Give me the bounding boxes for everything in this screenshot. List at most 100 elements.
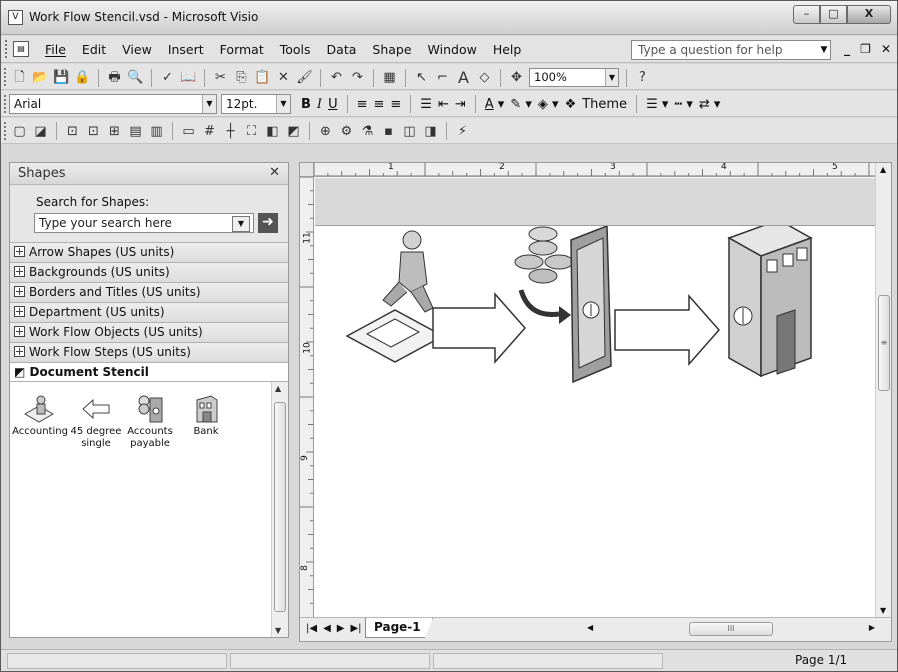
- stencil-scrollbar[interactable]: ▲ ▼: [271, 382, 288, 637]
- drawing-tools-icon[interactable]: ◇: [476, 69, 493, 86]
- theme-button[interactable]: Theme: [582, 97, 627, 112]
- redo-icon[interactable]: ↷: [349, 69, 366, 86]
- doc-minimize-icon[interactable]: _: [844, 42, 850, 56]
- doc-restore-icon[interactable]: ❐: [860, 42, 871, 56]
- process-arrow[interactable]: [614, 294, 721, 366]
- process-arrow[interactable]: [432, 292, 527, 364]
- first-page-icon[interactable]: |◀: [306, 623, 317, 634]
- chevron-down-icon[interactable]: ▼: [232, 216, 250, 232]
- task-pane-icon[interactable]: ◫: [401, 123, 418, 140]
- accounts-payable-shape[interactable]: [514, 226, 612, 384]
- increase-indent-icon[interactable]: ⇥: [455, 97, 466, 112]
- align-center-icon[interactable]: ≡: [373, 97, 384, 112]
- drawing-explorer-icon[interactable]: ▪: [380, 123, 397, 140]
- canvas-vertical-scrollbar[interactable]: ▲ ≡ ▼: [875, 163, 891, 617]
- align-right-icon[interactable]: ≡: [390, 97, 401, 112]
- scroll-thumb[interactable]: [274, 402, 286, 612]
- scroll-down-icon[interactable]: ▼: [880, 606, 886, 615]
- tab-page-1[interactable]: Page-1: [365, 618, 433, 638]
- close-icon[interactable]: ✕: [269, 165, 280, 180]
- new-icon[interactable]: 🗋: [11, 69, 28, 86]
- help-dropdown-icon[interactable]: ▼: [818, 41, 830, 59]
- zoom-select[interactable]: 100% ▼: [529, 68, 619, 87]
- copy-icon[interactable]: ⎘: [233, 69, 250, 86]
- print-preview-icon[interactable]: 🔍: [127, 69, 144, 86]
- stencil-backgrounds[interactable]: Backgrounds (US units): [10, 262, 288, 282]
- undo-icon[interactable]: ↶: [328, 69, 345, 86]
- spelling-icon[interactable]: ✓: [159, 69, 176, 86]
- connection-points-icon[interactable]: ⛶: [243, 123, 260, 140]
- font-select[interactable]: Arial ▼: [9, 94, 217, 114]
- master-accounts-payable[interactable]: Accounts payable: [122, 392, 178, 450]
- toolbar-grip[interactable]: [4, 68, 7, 86]
- bank-shape[interactable]: [727, 226, 813, 378]
- pointer-tool-icon[interactable]: ↖: [413, 69, 430, 86]
- page-break-icon[interactable]: ◧: [264, 123, 281, 140]
- minimize-button[interactable]: –: [793, 5, 820, 24]
- font-size-select[interactable]: 12pt. ▼: [221, 94, 291, 114]
- shape-data-icon[interactable]: ⚗: [359, 123, 376, 140]
- layers-icon[interactable]: ◩: [285, 123, 302, 140]
- stencil-arrow-shapes[interactable]: Arrow Shapes (US units): [10, 242, 288, 262]
- cut-icon[interactable]: ✂: [212, 69, 229, 86]
- details-view-icon[interactable]: ▥: [148, 123, 165, 140]
- italic-icon[interactable]: I: [317, 97, 322, 112]
- doc-close-icon[interactable]: ✕: [881, 42, 891, 56]
- ruler-icon[interactable]: ▭: [180, 123, 197, 140]
- open-icon[interactable]: 📂: [32, 69, 49, 86]
- font-color-icon[interactable]: A ▾: [485, 97, 505, 112]
- line-color-icon[interactable]: ✎ ▾: [510, 97, 532, 112]
- list-view-icon[interactable]: ▤: [127, 123, 144, 140]
- document-icon[interactable]: ▤: [13, 41, 29, 57]
- scroll-right-icon[interactable]: ▶: [869, 623, 875, 632]
- line-pattern-icon[interactable]: ┅ ▾: [674, 97, 692, 112]
- help-icon[interactable]: ?: [634, 69, 651, 86]
- background-page-icon[interactable]: ◪: [32, 123, 49, 140]
- scroll-up-icon[interactable]: ▲: [880, 165, 886, 174]
- menu-insert[interactable]: Insert: [160, 42, 212, 57]
- search-input[interactable]: Type your search here: [34, 213, 254, 233]
- menu-view[interactable]: View: [114, 42, 160, 57]
- guide-icon[interactable]: ┼: [222, 123, 239, 140]
- bold-icon[interactable]: B: [301, 97, 311, 112]
- scroll-left-icon[interactable]: ◀: [587, 623, 593, 632]
- scroll-thumb[interactable]: III: [689, 622, 773, 636]
- underline-icon[interactable]: U: [328, 97, 338, 112]
- drawing-page[interactable]: [315, 226, 877, 617]
- accounting-shape[interactable]: [345, 230, 445, 363]
- menu-data[interactable]: Data: [319, 42, 365, 57]
- decrease-indent-icon[interactable]: ⇤: [438, 97, 449, 112]
- master-accounting[interactable]: Accounting: [12, 392, 68, 438]
- connection-point-icon[interactable]: ✥: [508, 69, 525, 86]
- stencil-department[interactable]: Department (US units): [10, 302, 288, 322]
- pan-zoom-icon[interactable]: ⊕: [317, 123, 334, 140]
- grid-icon[interactable]: #: [201, 123, 218, 140]
- close-button[interactable]: X: [847, 5, 891, 24]
- theme-icon[interactable]: ❖: [565, 97, 577, 112]
- vertical-ruler[interactable]: 11 10 9 8: [300, 177, 314, 617]
- shapes-window-icon[interactable]: ▦: [381, 69, 398, 86]
- stencil-borders-titles[interactable]: Borders and Titles (US units): [10, 282, 288, 302]
- research-icon[interactable]: 📖: [180, 69, 197, 86]
- align-left-icon[interactable]: ≡: [357, 97, 368, 112]
- view-icon[interactable]: ⊡: [64, 123, 81, 140]
- scroll-up-icon[interactable]: ▲: [275, 384, 281, 393]
- connector-tool-icon[interactable]: ⌐: [434, 69, 451, 86]
- menu-shape[interactable]: Shape: [364, 42, 419, 57]
- menu-help[interactable]: Help: [485, 42, 530, 57]
- stencil-document[interactable]: ◩ Document Stencil: [10, 362, 288, 382]
- print-icon[interactable]: 🖶: [106, 69, 123, 86]
- menu-format[interactable]: Format: [212, 42, 272, 57]
- macro-icon[interactable]: ⚡: [454, 123, 471, 140]
- master-45-degree-single[interactable]: 45 degree single: [68, 392, 124, 450]
- ruler-corner[interactable]: [300, 163, 314, 177]
- stencil-work-flow-steps[interactable]: Work Flow Steps (US units): [10, 342, 288, 362]
- last-page-icon[interactable]: ▶|: [350, 623, 361, 634]
- horizontal-ruler[interactable]: 1 2 3 4 5: [314, 163, 877, 177]
- size-position-icon[interactable]: ⚙: [338, 123, 355, 140]
- scroll-down-icon[interactable]: ▼: [275, 626, 281, 635]
- page-icon[interactable]: ▢: [11, 123, 28, 140]
- scroll-thumb[interactable]: ≡: [878, 295, 890, 391]
- menu-file[interactable]: File: [37, 42, 74, 57]
- maximize-button[interactable]: □: [820, 5, 847, 24]
